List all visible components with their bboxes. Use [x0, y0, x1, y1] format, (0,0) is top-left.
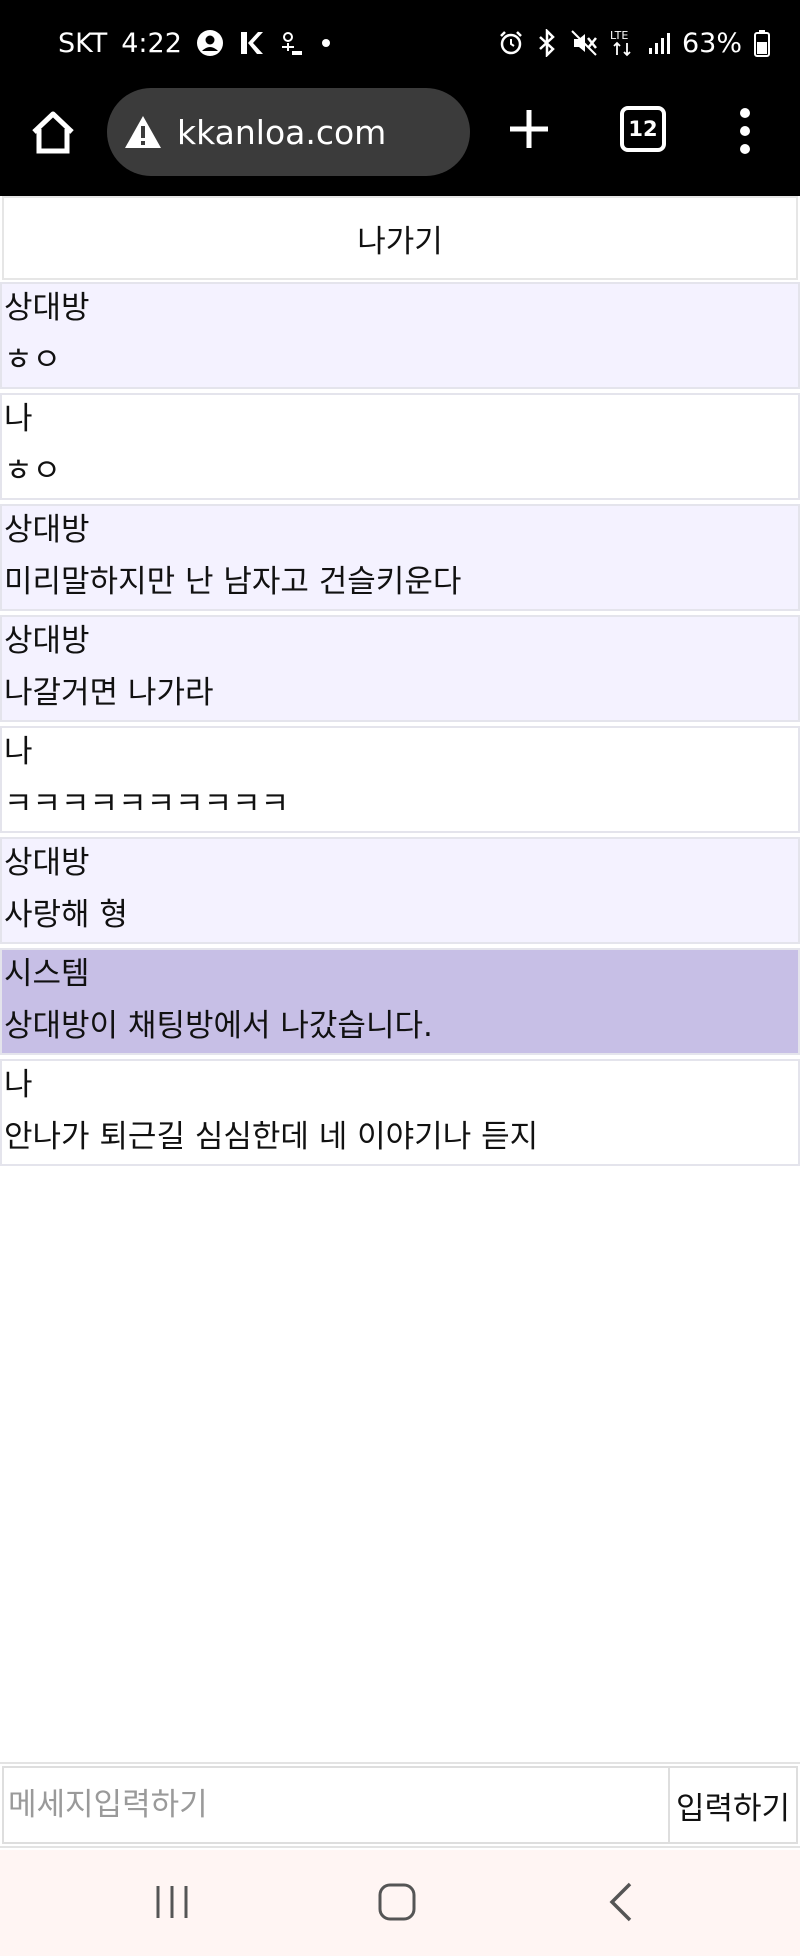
message-sender: 나 — [4, 734, 33, 770]
status-left: SKT 4:22 — [58, 28, 334, 59]
k-app-icon — [238, 29, 264, 57]
message-text: 사랑해 형 — [4, 897, 128, 933]
url-text: kkanloa.com — [177, 112, 387, 152]
signal-icon — [648, 31, 670, 55]
message-sender: 나 — [4, 401, 33, 437]
battery-icon — [754, 29, 770, 57]
message-item: 상대방 사랑해 형 — [0, 837, 800, 944]
message-text: ㅎㅇ — [4, 453, 62, 489]
recent-apps-button[interactable] — [150, 1880, 194, 1924]
message-input-bar: 입력하기 — [0, 1762, 800, 1848]
message-sender: 상대방 — [4, 512, 90, 548]
message-sender: 상대방 — [4, 623, 90, 659]
warning-icon — [125, 116, 161, 148]
message-sender: 상대방 — [4, 290, 90, 326]
home-nav-icon — [378, 1883, 416, 1921]
message-sender: 나 — [4, 1067, 33, 1103]
back-icon — [609, 1882, 632, 1922]
alarm-icon — [498, 30, 524, 56]
carrier-label: SKT — [58, 27, 108, 59]
new-tab-button[interactable] — [506, 106, 552, 152]
message-sender: 상대방 — [4, 845, 90, 881]
bank-app-icon — [278, 29, 304, 57]
message-sender: 시스템 — [4, 956, 90, 992]
browser-menu-button[interactable] — [735, 106, 755, 156]
system-nav-bar — [0, 1850, 800, 1956]
message-item: 나 안나가 퇴근길 심심한데 네 이야기나 듣지 — [0, 1059, 800, 1166]
message-text: 미리말하지만 난 남자고 건슬키운다 — [4, 564, 462, 600]
message-input[interactable] — [2, 1766, 670, 1844]
status-right: LTE 63% — [498, 28, 770, 59]
bluetooth-icon — [536, 29, 558, 57]
exit-button[interactable]: 나가기 — [2, 196, 798, 280]
mute-icon — [570, 29, 598, 57]
status-bar: SKT 4:22 LTE 63% — [0, 0, 800, 86]
battery-percent: 63% — [681, 27, 742, 59]
home-button[interactable] — [28, 108, 78, 158]
lte-icon: LTE — [610, 28, 636, 58]
more-vertical-icon — [740, 108, 750, 154]
clock: 4:22 — [121, 27, 182, 59]
message-text: ㅎㅇ — [4, 342, 62, 378]
message-list: 상대방 ㅎㅇ 나 ㅎㅇ 상대방 미리말하지만 난 남자고 건슬키운다 상대방 나… — [0, 282, 800, 1170]
tab-count: 12 — [628, 117, 658, 141]
message-item: 상대방 미리말하지만 난 남자고 건슬키운다 — [0, 504, 800, 611]
message-item: 나 ㅋㅋㅋㅋㅋㅋㅋㅋㅋㅋ — [0, 726, 800, 833]
message-text: 안나가 퇴근길 심심한데 네 이야기나 듣지 — [4, 1119, 539, 1155]
plus-icon — [510, 110, 548, 148]
back-nav-button[interactable] — [600, 1880, 644, 1924]
address-bar[interactable]: kkanloa.com — [107, 88, 470, 176]
account-icon — [196, 29, 224, 57]
message-item: 나 ㅎㅇ — [0, 393, 800, 500]
message-text: 상대방이 채팅방에서 나갔습니다. — [4, 1008, 433, 1044]
browser-toolbar: kkanloa.com 12 — [0, 86, 800, 196]
message-text: 나갈거면 나가라 — [4, 675, 214, 711]
notification-dot-icon — [318, 35, 334, 51]
message-text: ㅋㅋㅋㅋㅋㅋㅋㅋㅋㅋ — [4, 786, 290, 822]
tab-switcher-button[interactable]: 12 — [620, 106, 666, 152]
home-icon — [32, 111, 74, 154]
lte-label: LTE — [610, 29, 628, 42]
home-nav-button[interactable] — [375, 1880, 419, 1924]
send-button[interactable]: 입력하기 — [670, 1766, 798, 1844]
message-item: 상대방 ㅎㅇ — [0, 282, 800, 389]
recent-apps-icon — [156, 1886, 188, 1918]
message-item: 상대방 나갈거면 나가라 — [0, 615, 800, 722]
message-item: 시스템 상대방이 채팅방에서 나갔습니다. — [0, 948, 800, 1055]
